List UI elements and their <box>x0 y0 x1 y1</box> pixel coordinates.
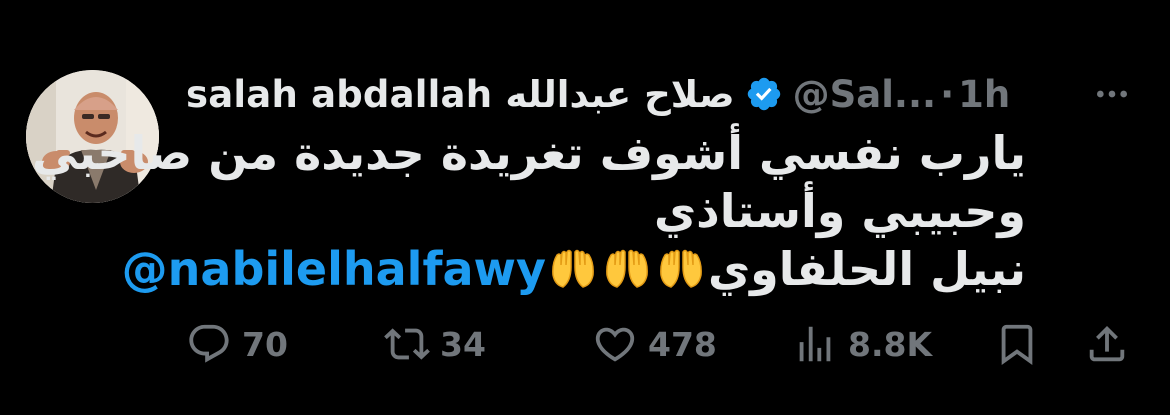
reply-count: 70 <box>242 324 288 364</box>
tweet-text-line: يارب نفسي أشوف تغريدة جديدة من صاحبي <box>32 126 1026 180</box>
more-icon[interactable] <box>1090 72 1134 116</box>
display-name[interactable]: salah abdallah صلاح عبدالله <box>186 73 735 116</box>
tweet-text-fragment: نبيل الحلفاوي <box>707 242 1026 296</box>
raising-hands-emoji <box>549 245 597 293</box>
mention-link[interactable]: @nabilelhalfawy <box>122 242 546 296</box>
retweet-count: 34 <box>440 324 486 364</box>
tweet-text-line: وحبيبي وأستاذي <box>653 184 1026 238</box>
like-count: 478 <box>648 324 717 364</box>
tweet-header: salah abdallah صلاح عبدالله @Sal... · 1h <box>186 66 1086 122</box>
like-icon <box>592 321 638 367</box>
separator-dot: · <box>940 72 955 116</box>
tweet-text: يارب نفسي أشوف تغريدة جديدة من صاحبي وحب… <box>32 124 1026 298</box>
verified-badge-icon <box>745 75 783 113</box>
share-button[interactable] <box>1084 316 1130 372</box>
reply-button[interactable]: 70 <box>186 316 288 372</box>
bookmark-button[interactable] <box>994 316 1040 372</box>
reply-icon <box>186 321 232 367</box>
retweet-button[interactable]: 34 <box>384 316 486 372</box>
views-button[interactable]: 8.8K <box>792 316 932 372</box>
raising-hands-emoji <box>603 245 651 293</box>
tweet-actions: 70 34 478 8.8K <box>186 316 1146 372</box>
like-button[interactable]: 478 <box>592 316 717 372</box>
retweet-icon <box>384 321 430 367</box>
timestamp[interactable]: 1h <box>958 73 1010 116</box>
share-icon <box>1084 321 1130 367</box>
user-handle[interactable]: @Sal... <box>793 73 936 116</box>
views-count: 8.8K <box>848 324 933 364</box>
bookmark-icon <box>994 321 1040 367</box>
raising-hands-emoji <box>657 245 705 293</box>
tweet[interactable]: salah abdallah صلاح عبدالله @Sal... · 1h… <box>0 0 1170 415</box>
tweet-text-line-last: نبيل الحلفاوي @nabilelhalfawy <box>122 240 1026 298</box>
views-icon <box>792 321 838 367</box>
